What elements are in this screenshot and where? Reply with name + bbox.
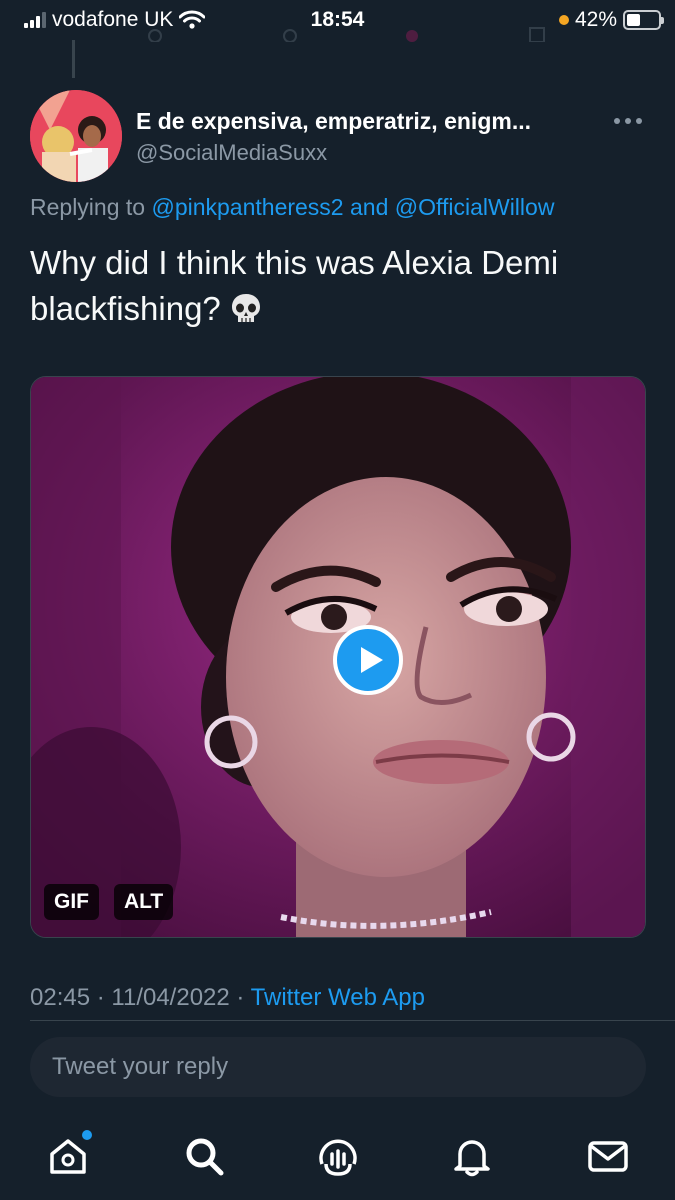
battery-icon	[623, 10, 664, 30]
battery-fill	[627, 14, 640, 26]
tab-search[interactable]	[182, 1134, 226, 1178]
tab-spaces[interactable]	[316, 1134, 360, 1178]
meta-separator-1: ·	[96, 984, 105, 1011]
spaces-icon	[319, 1139, 357, 1176]
gif-badge: GIF	[44, 884, 99, 920]
avatar[interactable]	[30, 90, 122, 182]
tweet-metadata: 02:45 · 11/04/2022 · Twitter Web App	[30, 984, 425, 1012]
play-button[interactable]	[333, 625, 403, 695]
tweet-time: 02:45	[30, 984, 91, 1011]
low-power-dot-icon	[558, 15, 569, 25]
reply-input[interactable]: Tweet your reply	[30, 1037, 646, 1097]
mention-link-2[interactable]: @OfficialWillow	[395, 194, 555, 220]
tweet-text-line-1: Why did I think this was Alexia Demi	[30, 244, 559, 281]
new-tweets-dot	[82, 1130, 92, 1140]
tweet-text-line-2: blackfishing?	[30, 290, 221, 327]
messages-icon	[588, 1141, 628, 1172]
tweet-text-line-2-wrap: blackfishing?	[30, 286, 650, 332]
alt-text-badge[interactable]: ALT	[114, 884, 174, 920]
play-icon	[361, 647, 383, 673]
divider	[30, 1020, 675, 1021]
tab-messages[interactable]	[586, 1134, 630, 1178]
meta-separator-2: ·	[236, 984, 245, 1011]
bottom-tab-bar	[0, 1112, 675, 1200]
tab-home[interactable]	[46, 1130, 92, 1178]
mention-link-1[interactable]: @pinkpantheress2	[151, 194, 343, 220]
previous-tweet-actions-faded	[148, 27, 545, 42]
author-handle[interactable]: @SocialMediaSuxx	[136, 140, 327, 166]
notifications-icon	[454, 1140, 490, 1177]
tweet-media-gif[interactable]	[30, 376, 646, 938]
search-icon	[186, 1138, 224, 1176]
home-icon	[50, 1139, 86, 1174]
status-right: 42%	[558, 8, 664, 32]
tweet-source-link[interactable]: Twitter Web App	[251, 984, 425, 1011]
replying-to-line: Replying to @pinkpantheress2 and @Offici…	[30, 194, 554, 221]
author-name[interactable]: E de expensiva, emperatriz, enigm...	[136, 108, 606, 135]
mention-and: and	[350, 194, 389, 220]
thread-connector-line	[72, 40, 75, 78]
replying-prefix: Replying to	[30, 194, 146, 220]
tweet-date: 11/04/2022	[111, 984, 230, 1011]
reply-placeholder: Tweet your reply	[52, 1053, 229, 1080]
tweet-text: Why did I think this was Alexia Demi bla…	[30, 240, 650, 332]
skull-emoji-icon	[231, 294, 260, 322]
tab-notifications[interactable]	[450, 1134, 494, 1178]
more-options-icon[interactable]	[612, 116, 644, 126]
battery-percent: 42%	[574, 8, 617, 31]
